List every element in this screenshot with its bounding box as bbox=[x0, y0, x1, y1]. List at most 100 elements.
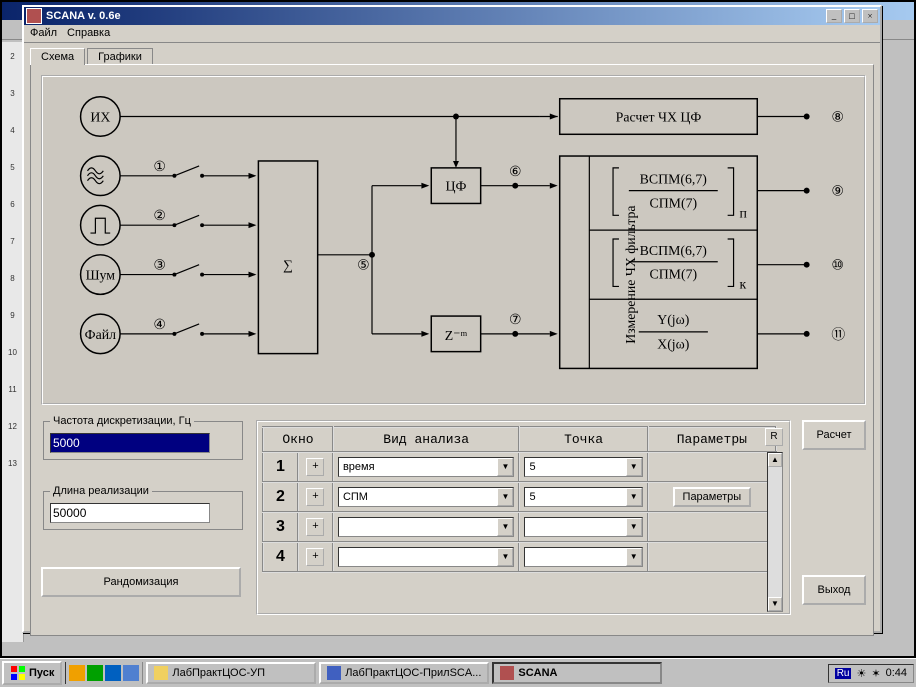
r-button[interactable]: R bbox=[765, 428, 783, 446]
switch-4 bbox=[120, 324, 248, 336]
label-5: ⑤ bbox=[357, 258, 369, 273]
label-7: ⑦ bbox=[509, 312, 521, 327]
label-9: ⑨ bbox=[831, 184, 843, 199]
freq-label: Частота дискретизации, Гц bbox=[50, 415, 194, 427]
tab-schema[interactable]: Схема bbox=[30, 48, 85, 65]
node-cf: ЦФ bbox=[446, 179, 467, 194]
taskbar: Пуск ЛабПрактЦОС-УП ЛабПрактЦОС-ПрилSCA.… bbox=[0, 658, 916, 687]
ql-icon[interactable] bbox=[87, 665, 103, 681]
ruler: 23456 7891011 1213 bbox=[2, 42, 24, 642]
analysis-combo[interactable]: время▼ bbox=[338, 457, 515, 477]
label-11: ⑪ bbox=[831, 327, 845, 342]
switch-2 bbox=[120, 215, 248, 227]
chevron-down-icon: ▼ bbox=[497, 548, 513, 566]
point-combo[interactable]: 5▼ bbox=[524, 457, 642, 477]
header-point: Точка bbox=[519, 427, 647, 452]
plus-button[interactable]: + bbox=[306, 488, 324, 506]
ql-icon[interactable] bbox=[105, 665, 121, 681]
point-combo[interactable]: 5▼ bbox=[524, 487, 642, 507]
node-zm: Z⁻ᵐ bbox=[445, 328, 468, 343]
analysis-combo[interactable]: ▼ bbox=[338, 517, 515, 537]
point-combo[interactable]: ▼ bbox=[524, 517, 642, 537]
app-icon bbox=[500, 666, 514, 680]
node-meas: Измерение ЧХ фильтра bbox=[623, 205, 638, 343]
plus-button[interactable]: + bbox=[306, 548, 324, 566]
ql-icon[interactable] bbox=[69, 665, 85, 681]
svg-text:ВСПМ(6,7): ВСПМ(6,7) bbox=[640, 172, 707, 188]
freq-input[interactable] bbox=[50, 433, 210, 453]
header-analysis: Вид анализа bbox=[333, 427, 520, 452]
len-label: Длина реализации bbox=[50, 485, 152, 497]
label-2: ② bbox=[153, 208, 165, 223]
lang-indicator[interactable]: Ru bbox=[835, 668, 852, 679]
analysis-combo[interactable]: СПМ▼ bbox=[338, 487, 515, 507]
windows-icon bbox=[10, 665, 26, 681]
taskbar-item[interactable]: ЛабПрактЦОС-УП bbox=[146, 662, 316, 684]
len-fieldset: Длина реализации bbox=[43, 485, 243, 530]
chevron-down-icon: ▼ bbox=[626, 518, 642, 536]
clock: 0:44 bbox=[886, 667, 907, 679]
taskbar-item[interactable]: SCANA bbox=[492, 662, 662, 684]
params-button[interactable]: Параметры bbox=[673, 487, 752, 507]
table-scrollbar[interactable]: ▲ ▼ bbox=[767, 452, 783, 612]
point-combo[interactable]: ▼ bbox=[524, 547, 642, 567]
node-ih: ИХ bbox=[90, 109, 110, 124]
header-params: Параметры bbox=[648, 427, 776, 452]
label-1: ① bbox=[153, 159, 165, 174]
tray-icon[interactable]: ✶ bbox=[871, 667, 880, 680]
tab-strip: Схема Графики bbox=[30, 47, 874, 64]
tab-charts[interactable]: Графики bbox=[87, 48, 153, 65]
quick-launch bbox=[65, 662, 143, 684]
menu-file[interactable]: Файл bbox=[30, 27, 57, 40]
svg-text:Y(jω): Y(jω) bbox=[657, 312, 689, 328]
table-row: 1 + время▼ 5▼ bbox=[263, 452, 776, 482]
label-3: ③ bbox=[153, 258, 165, 273]
folder-icon bbox=[154, 666, 168, 680]
close-button[interactable]: × bbox=[862, 9, 878, 23]
chevron-down-icon: ▼ bbox=[626, 458, 642, 476]
switch-1 bbox=[120, 166, 248, 178]
window-title: SCANA v. 0.6e bbox=[46, 10, 121, 22]
chevron-down-icon: ▼ bbox=[497, 518, 513, 536]
svg-text:X(jω): X(jω) bbox=[657, 337, 689, 353]
table-row: 4 + ▼ ▼ bbox=[263, 542, 776, 572]
chevron-down-icon: ▼ bbox=[626, 548, 642, 566]
taskbar-item[interactable]: ЛабПрактЦОС-ПрилSCA... bbox=[319, 662, 489, 684]
word-icon bbox=[327, 666, 341, 680]
scana-window: SCANA v. 0.6e _ □ × Файл Справка Схема Г… bbox=[22, 5, 882, 633]
node-file: Файл bbox=[85, 327, 116, 342]
node-sum: ∑ bbox=[283, 258, 293, 273]
maximize-button[interactable]: □ bbox=[844, 9, 860, 23]
header-window: Окно bbox=[263, 427, 333, 452]
menubar: Файл Справка bbox=[24, 25, 880, 43]
scroll-up-icon[interactable]: ▲ bbox=[768, 453, 782, 467]
label-10: ⑩ bbox=[831, 258, 843, 273]
plus-button[interactable]: + bbox=[306, 458, 324, 476]
chevron-down-icon: ▼ bbox=[626, 488, 642, 506]
label-4: ④ bbox=[153, 317, 165, 332]
randomize-button[interactable]: Рандомизация bbox=[41, 567, 241, 597]
svg-text:СПМ(7): СПМ(7) bbox=[649, 267, 697, 283]
bottom-controls: Частота дискретизации, Гц Длина реализац… bbox=[41, 415, 866, 625]
svg-text:ВСПМ(6,7): ВСПМ(6,7) bbox=[640, 243, 707, 259]
scroll-down-icon[interactable]: ▼ bbox=[768, 597, 782, 611]
start-button[interactable]: Пуск bbox=[2, 661, 62, 685]
diagram-area: ИХ Шум Файл ① ② ③ ④ bbox=[41, 75, 866, 405]
node-noise: Шум bbox=[86, 268, 116, 283]
calc-button[interactable]: Расчет bbox=[802, 420, 866, 450]
label-6: ⑥ bbox=[509, 164, 521, 179]
titlebar[interactable]: SCANA v. 0.6e _ □ × bbox=[24, 7, 880, 25]
ql-icon[interactable] bbox=[123, 665, 139, 681]
len-input[interactable] bbox=[50, 503, 210, 523]
tray-icon[interactable]: ☀ bbox=[856, 667, 866, 680]
table-row: 2 + СПМ▼ 5▼ Параметры bbox=[263, 482, 776, 512]
analysis-combo[interactable]: ▼ bbox=[338, 547, 515, 567]
exit-button[interactable]: Выход bbox=[802, 575, 866, 605]
node-calc-fr: Расчет ЧХ ЦФ bbox=[616, 109, 702, 124]
plus-button[interactable]: + bbox=[306, 518, 324, 536]
freq-fieldset: Частота дискретизации, Гц bbox=[43, 415, 243, 460]
system-tray: Ru ☀ ✶ 0:44 bbox=[828, 664, 914, 683]
svg-text:п: п bbox=[739, 205, 747, 220]
minimize-button[interactable]: _ bbox=[826, 9, 842, 23]
menu-help[interactable]: Справка bbox=[67, 27, 110, 40]
